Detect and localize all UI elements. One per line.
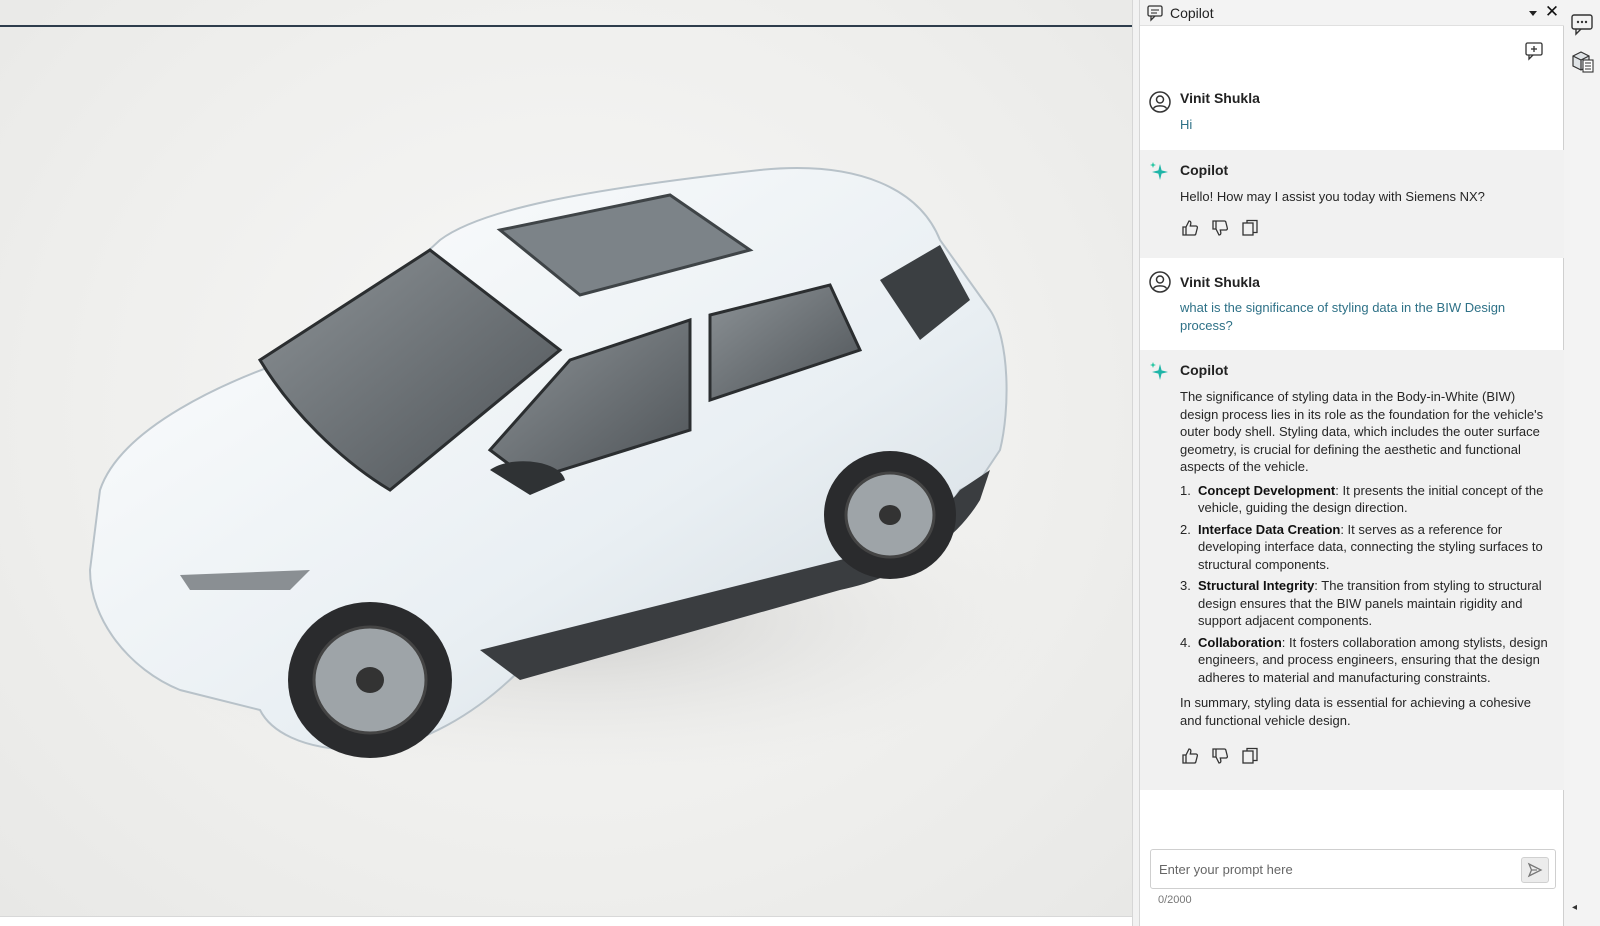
chat-message-bot: Copilot Hello! How may I assist you toda…: [1140, 150, 1564, 258]
chevron-down-icon[interactable]: [1528, 8, 1538, 18]
message-author: Vinit Shukla: [1180, 274, 1260, 290]
message-reactions: [1180, 218, 1260, 238]
list-term: Interface Data Creation: [1198, 521, 1341, 537]
thumbs-up-icon[interactable]: [1180, 218, 1200, 238]
sparkle-icon: [1150, 362, 1168, 380]
copy-icon[interactable]: [1240, 218, 1260, 238]
message-author: Copilot: [1180, 362, 1229, 378]
answer-list-item: 3. Structural Integrity: The transition f…: [1180, 577, 1550, 630]
panel-splitter[interactable]: [1132, 0, 1140, 926]
copilot-panel: Copilot ✕ Vinit Shukla Hi Copilot Hello!…: [1140, 0, 1564, 926]
chat-message-bot: Copilot The significance of styling data…: [1140, 350, 1564, 790]
new-chat-icon[interactable]: [1523, 40, 1545, 62]
answer-intro: The significance of styling data in the …: [1180, 389, 1544, 474]
message-text: what is the significance of styling data…: [1180, 300, 1506, 333]
list-number: 1.: [1180, 482, 1191, 498]
thumbs-down-icon[interactable]: [1210, 746, 1230, 766]
chat-message-user: Vinit Shukla what is the significance of…: [1140, 262, 1564, 346]
list-number: 4.: [1180, 634, 1191, 650]
send-button[interactable]: [1521, 857, 1549, 883]
message-text: Hi: [1180, 117, 1193, 132]
copy-icon[interactable]: [1240, 746, 1260, 766]
message-reactions: [1180, 746, 1260, 766]
prompt-input[interactable]: [1159, 858, 1509, 880]
close-icon[interactable]: ✕: [1544, 3, 1560, 20]
panel-title: Copilot: [1170, 5, 1214, 21]
part-navigator-icon[interactable]: [1569, 48, 1595, 74]
app-window: Copilot ✕ Vinit Shukla Hi Copilot Hello!…: [0, 0, 1600, 926]
chat-icon: [1147, 5, 1163, 22]
send-icon: [1527, 862, 1543, 878]
collapse-arrow-icon[interactable]: ◂: [1572, 902, 1577, 913]
prompt-box: [1150, 849, 1556, 889]
copilot-chat-icon[interactable]: [1569, 12, 1595, 38]
car-wheel-front: [288, 602, 452, 758]
viewport-top-border: [0, 25, 1132, 27]
status-strip: [0, 916, 1132, 926]
sparkle-icon: [1150, 162, 1168, 180]
list-term: Concept Development: [1198, 482, 1336, 498]
user-avatar-icon: [1149, 91, 1171, 113]
chat-message-user: Vinit Shukla Hi: [1140, 80, 1564, 146]
list-term: Collaboration: [1198, 634, 1282, 650]
car-wheel-rear: [824, 451, 956, 579]
message-body: The significance of styling data in the …: [1180, 388, 1550, 729]
list-number: 3.: [1180, 578, 1191, 593]
list-term: Structural Integrity: [1198, 578, 1315, 593]
car-model[interactable]: [60, 150, 1040, 770]
thumbs-down-icon[interactable]: [1210, 218, 1230, 238]
copilot-panel-header: Copilot ✕: [1140, 0, 1564, 26]
answer-list-item: 2. Interface Data Creation: It serves as …: [1180, 521, 1550, 574]
list-number: 2.: [1180, 521, 1191, 537]
answer-list: 1. Concept Development: It presents the i…: [1180, 482, 1550, 687]
char-count: 0/2000: [1158, 894, 1192, 906]
message-author: Copilot: [1180, 162, 1229, 178]
message-author: Vinit Shukla: [1180, 90, 1260, 106]
message-text: Hello! How may I assist you today with S…: [1180, 189, 1485, 204]
graphics-viewport[interactable]: [0, 0, 1132, 916]
answer-summary: In summary, styling data is essential fo…: [1180, 695, 1531, 728]
user-avatar-icon: [1149, 271, 1171, 293]
answer-list-item: 4. Collaboration: It fosters collaboratio…: [1180, 634, 1550, 687]
resource-bar: ◂: [1564, 0, 1600, 926]
answer-list-item: 1. Concept Development: It presents the i…: [1180, 482, 1550, 517]
thumbs-up-icon[interactable]: [1180, 746, 1200, 766]
